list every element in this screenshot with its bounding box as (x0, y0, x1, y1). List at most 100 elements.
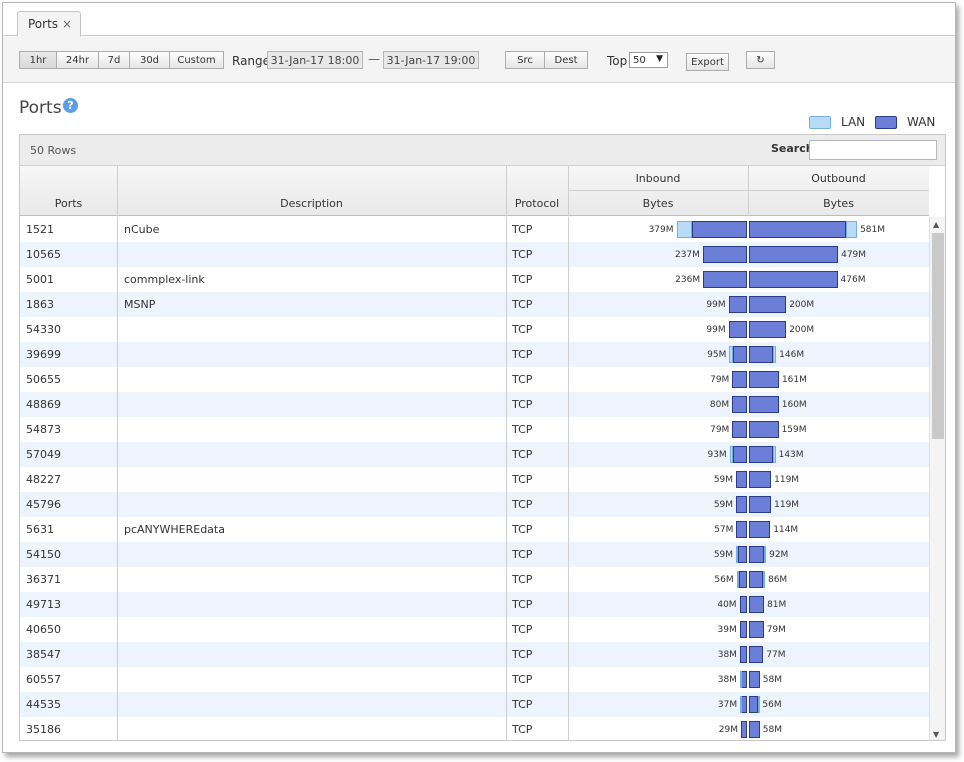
col-divider (117, 342, 118, 367)
inbound-wan-bar (733, 446, 747, 463)
outbound-wan-bar (749, 396, 779, 413)
col-divider (117, 692, 118, 717)
outbound-bytes-value: 58M (762, 674, 782, 685)
inbound-bytes-value: 57M (714, 524, 734, 535)
description-cell: nCube (124, 223, 160, 236)
outbound-bytes-value: 476M (840, 274, 866, 285)
col-divider (117, 267, 118, 292)
table-row[interactable]: 48227 TCP 59M 119M (20, 467, 929, 492)
col-outbound-bytes-header[interactable]: Bytes (748, 191, 929, 216)
outbound-bytes-value: 159M (781, 424, 807, 435)
table-row[interactable]: 45796 TCP 59M 119M (20, 492, 929, 517)
col-divider (117, 242, 118, 267)
col-ports-header[interactable]: Ports (20, 191, 117, 216)
range-label: Range (232, 54, 271, 68)
range-end-field[interactable]: 31-Jan-17 19:00 (383, 51, 479, 69)
dest-button[interactable]: Dest (544, 51, 588, 69)
protocol-cell: TCP (512, 598, 533, 611)
outbound-bytes-value: 114M (773, 524, 799, 535)
tab-ports[interactable]: Ports × (17, 11, 82, 37)
col-divider (568, 692, 569, 717)
port-cell: 60557 (26, 673, 61, 686)
inbound-wan-bar (741, 721, 747, 738)
grid-toolbar: 50 Rows Search (20, 135, 945, 166)
table-row[interactable]: 36371 TCP 56M 86M (20, 567, 929, 592)
time-custom-button[interactable]: Custom (169, 51, 224, 69)
scroll-down-icon[interactable]: ▼ (933, 730, 939, 739)
search-input[interactable] (809, 140, 937, 160)
inbound-wan-bar (739, 596, 747, 613)
table-row[interactable]: 38547 TCP 38M 77M (20, 642, 929, 667)
table-row[interactable]: 49713 TCP 40M 81M (20, 592, 929, 617)
inbound-wan-bar (738, 546, 747, 563)
table-row[interactable]: 40650 TCP 39M 79M (20, 617, 929, 642)
outbound-bytes-value: 143M (778, 449, 804, 460)
inbound-bytes-value: 379M (648, 224, 674, 235)
col-divider (568, 517, 569, 542)
col-protocol-header[interactable]: Protocol (506, 191, 568, 216)
col-divider (568, 592, 569, 617)
top-select[interactable]: 50 ▼ (629, 52, 668, 68)
port-cell: 5631 (26, 523, 54, 536)
table-row[interactable]: 54873 TCP 79M 159M (20, 417, 929, 442)
col-divider (568, 242, 569, 267)
col-divider (568, 292, 569, 317)
close-icon[interactable]: × (62, 17, 72, 31)
table-row[interactable]: 54330 TCP 99M 200M (20, 317, 929, 342)
col-divider (506, 642, 507, 667)
time-24hr-button[interactable]: 24hr (56, 51, 99, 69)
help-icon[interactable]: ? (63, 98, 78, 113)
inbound-wan-bar (732, 371, 747, 388)
range-separator: — (368, 52, 380, 66)
col-divider (117, 542, 118, 567)
outbound-wan-bar (749, 421, 779, 438)
time-30d-button[interactable]: 30d (129, 51, 170, 69)
refresh-icon[interactable]: ↻ (746, 51, 775, 69)
table-row[interactable]: 5001 commplex-link TCP 236M 476M (20, 267, 929, 292)
chevron-down-icon: ▼ (656, 54, 663, 64)
outbound-bytes-value: 77M (766, 649, 786, 660)
time-1hr-button[interactable]: 1hr (19, 51, 57, 69)
col-inbound-bytes-header[interactable]: Bytes (568, 191, 748, 216)
protocol-cell: TCP (512, 398, 533, 411)
protocol-cell: TCP (512, 673, 533, 686)
group-inbound: Inbound (635, 171, 681, 185)
table-row[interactable]: 35186 TCP 29M 58M (20, 717, 929, 740)
col-description-header[interactable]: Description (117, 191, 506, 216)
time-7d-button[interactable]: 7d (98, 51, 130, 69)
protocol-cell: TCP (512, 573, 533, 586)
inbound-wan-bar (703, 271, 747, 288)
scrollbar-thumb[interactable] (932, 233, 944, 439)
table-row[interactable]: 39699 TCP 95M 146M (20, 342, 929, 367)
outbound-bytes-value: 119M (774, 499, 800, 510)
table-row[interactable]: 57049 TCP 93M 143M (20, 442, 929, 467)
table-row[interactable]: 60557 TCP 38M 58M (20, 667, 929, 692)
table-row[interactable]: 48869 TCP 80M 160M (20, 392, 929, 417)
inbound-bytes-value: 79M (710, 374, 730, 385)
table-row[interactable]: 1863 MSNP TCP 99M 200M (20, 292, 929, 317)
tab-bar: Ports × (3, 3, 955, 37)
outbound-bytes-value: 160M (781, 399, 807, 410)
table-row[interactable]: 54150 TCP 59M 92M (20, 542, 929, 567)
range-start-field[interactable]: 31-Jan-17 18:00 (267, 51, 363, 69)
table-row[interactable]: 44535 TCP 37M 56M (20, 692, 929, 717)
col-divider (117, 292, 118, 317)
col-divider (506, 442, 507, 467)
table-row[interactable]: 5631 pcANYWHEREdata TCP 57M 114M (20, 517, 929, 542)
outbound-wan-bar (749, 271, 838, 288)
outbound-bytes-value: 79M (766, 624, 786, 635)
ports-grid: 50 Rows Search Inbound Outbound Ports De… (19, 134, 946, 741)
src-button[interactable]: Src (505, 51, 545, 69)
inbound-wan-bar (736, 521, 747, 538)
col-divider (568, 567, 569, 592)
export-button[interactable]: Export (686, 53, 729, 71)
ports-window: Ports × 1hr 24hr 7d 30d Custom Range 31-… (2, 2, 956, 753)
scroll-up-icon[interactable]: ▲ (933, 220, 939, 229)
col-divider (568, 617, 569, 642)
port-cell: 1521 (26, 223, 54, 236)
table-row[interactable]: 1521 nCube TCP 379M 581M (20, 217, 929, 242)
table-row[interactable]: 50655 TCP 79M 161M (20, 367, 929, 392)
outbound-bytes-value: 56M (762, 699, 782, 710)
table-row[interactable]: 10565 TCP 237M 479M (20, 242, 929, 267)
vertical-scrollbar[interactable]: ▲ ▼ (929, 217, 945, 740)
